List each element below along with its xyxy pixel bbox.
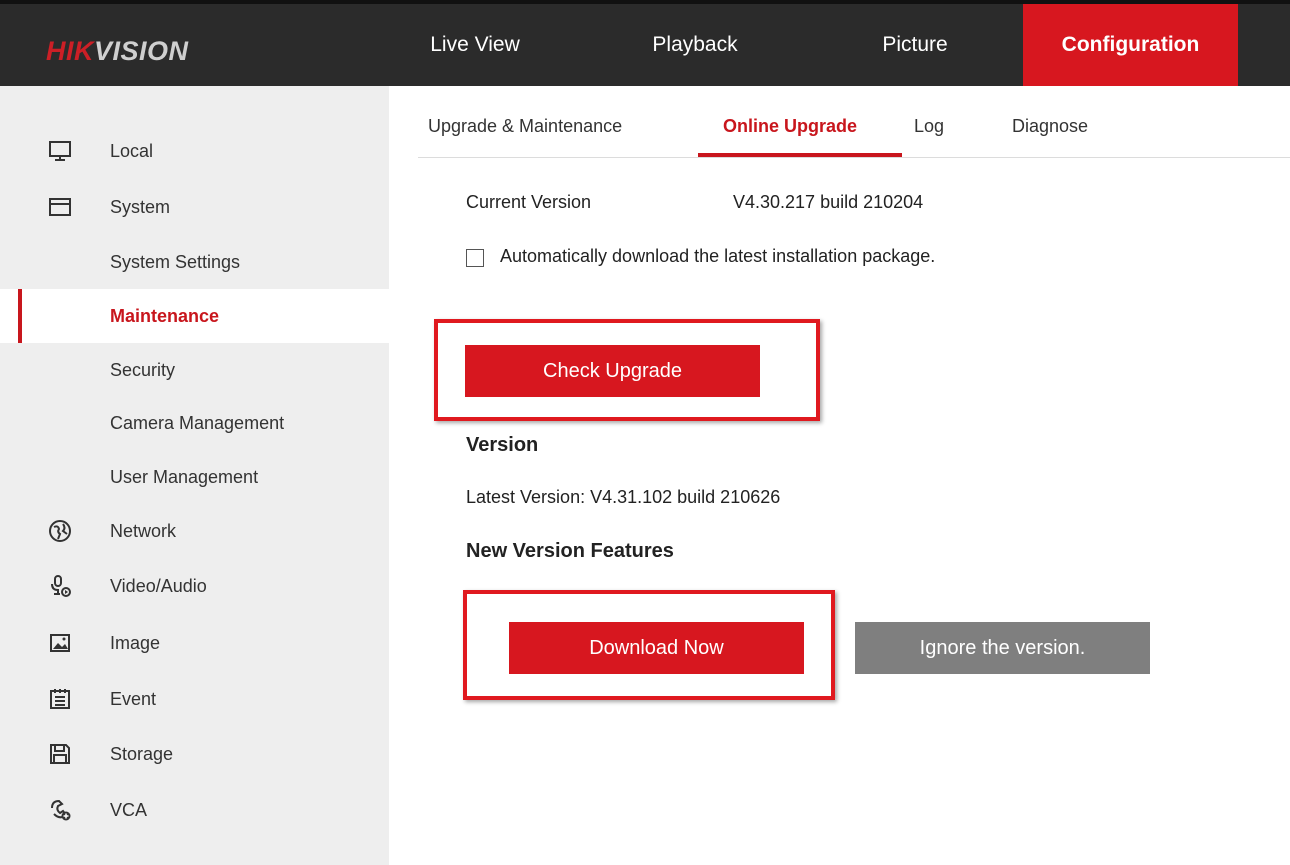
sidebar-item-label: System (110, 197, 171, 217)
sidebar-item-label: System Settings (110, 252, 241, 272)
check-upgrade-button[interactable]: Check Upgrade (465, 345, 760, 397)
auto-download-label: Automatically download the latest instal… (500, 246, 936, 266)
sidebar-item-label: User Management (110, 467, 259, 487)
nav-configuration[interactable]: Configuration (1023, 4, 1238, 86)
monitor-icon (49, 141, 71, 161)
latest-version-text: Latest Version: V4.31.102 build 210626 (466, 487, 781, 507)
sidebar-item-label: Storage (110, 744, 174, 764)
hikvision-logo: HIKVISION (46, 36, 189, 66)
nav-playback[interactable]: Playback (620, 4, 770, 86)
vca-icon (51, 799, 71, 821)
sidebar: Local System System Settings Maintenance… (0, 86, 389, 865)
logo-vision-text: VISION (94, 36, 189, 66)
sidebar-item-label: VCA (110, 800, 148, 820)
ignore-version-button[interactable]: Ignore the version. (855, 622, 1150, 674)
subtab-bar: Upgrade & Maintenance Online Upgrade Log… (418, 86, 1290, 158)
floppy-disk-icon (50, 744, 70, 764)
sidebar-item-image[interactable]: Image (0, 616, 389, 670)
sidebar-item-security[interactable]: Security (0, 343, 389, 397)
sidebar-item-local[interactable]: Local (0, 124, 389, 178)
active-tab-underline (698, 153, 902, 157)
image-icon (50, 634, 70, 652)
sidebar-item-label: Maintenance (110, 306, 220, 326)
tab-diagnose[interactable]: Diagnose (1012, 116, 1088, 137)
sidebar-item-label: Camera Management (110, 413, 285, 433)
calendar-icon (50, 689, 70, 709)
sidebar-item-maintenance[interactable]: Maintenance (0, 289, 389, 343)
sidebar-item-video-audio[interactable]: Video/Audio (0, 559, 389, 613)
tab-online-upgrade[interactable]: Online Upgrade (723, 116, 857, 137)
tab-log[interactable]: Log (914, 116, 944, 137)
sidebar-item-label: Local (110, 141, 154, 161)
version-heading: Version (466, 434, 539, 456)
logo-hik-text: HIK (46, 36, 94, 66)
microphone-icon (51, 575, 71, 597)
nav-picture[interactable]: Picture (840, 4, 990, 86)
sidebar-item-label: Image (110, 633, 161, 653)
sidebar-item-user-management[interactable]: User Management (0, 450, 389, 504)
sidebar-item-camera-management[interactable]: Camera Management (0, 396, 389, 450)
download-now-button[interactable]: Download Now (509, 622, 804, 674)
sidebar-item-label: Network (110, 521, 177, 541)
current-version-label: Current Version (466, 192, 592, 212)
top-header: HIKVISION Live View Playback Picture Con… (0, 4, 1290, 86)
globe-icon (49, 520, 71, 542)
sidebar-item-system[interactable]: System (0, 180, 389, 234)
sidebar-item-label: Security (110, 360, 176, 380)
sidebar-item-storage[interactable]: Storage (0, 727, 389, 781)
sidebar-item-system-settings[interactable]: System Settings (0, 235, 389, 289)
tab-upgrade-maintenance[interactable]: Upgrade & Maintenance (428, 116, 622, 137)
sidebar-item-network[interactable]: Network (0, 504, 389, 558)
sidebar-item-vca[interactable]: VCA (0, 783, 389, 837)
active-indicator (18, 289, 22, 343)
auto-download-checkbox[interactable] (466, 249, 484, 267)
sidebar-item-event[interactable]: Event (0, 672, 389, 726)
nav-live-view[interactable]: Live View (405, 4, 545, 86)
current-version-value: V4.30.217 build 210204 (733, 192, 924, 212)
sidebar-item-label: Video/Audio (110, 576, 207, 596)
window-icon (49, 198, 71, 216)
sidebar-item-label: Event (110, 689, 157, 709)
new-version-features-heading: New Version Features (466, 540, 674, 562)
